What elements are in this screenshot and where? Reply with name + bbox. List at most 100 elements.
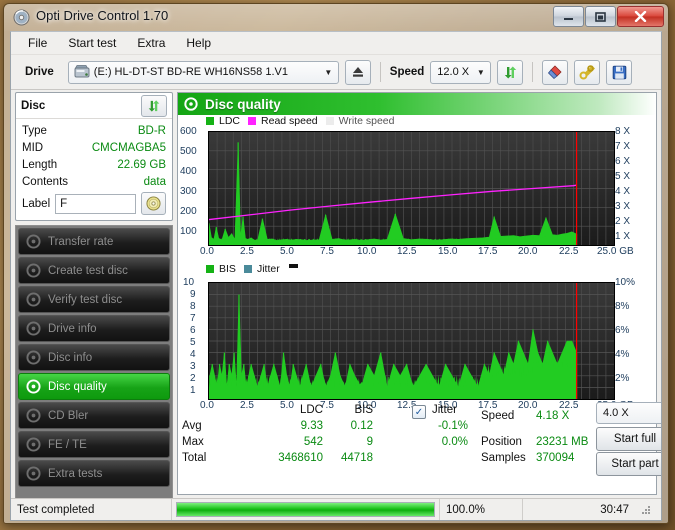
- eraser-icon: [548, 65, 562, 80]
- cd-disc-icon: [146, 196, 161, 211]
- chart1-plot-area[interactable]: [208, 131, 615, 246]
- drive-select[interactable]: (E:) HL-DT-ST BD-RE WH16NS58 1.V1 ▼: [67, 60, 339, 84]
- menu-item-start-test[interactable]: Start test: [59, 33, 125, 53]
- window-title: Opti Drive Control 1.70: [36, 8, 169, 23]
- erase-button[interactable]: [542, 59, 569, 85]
- chart1-xtick-7: 17.5: [478, 246, 498, 257]
- window-controls: [553, 6, 664, 27]
- save-button[interactable]: [606, 59, 633, 85]
- chart1-y2tick-3x: 3 X: [615, 201, 631, 212]
- nav-list: Transfer rate Create test disc Verify te…: [15, 225, 173, 520]
- chart2-ytick-5: 5: [190, 337, 196, 348]
- sidebar: Disc Type BD-R MID CMCMAGBA5 Length 22.6…: [15, 92, 173, 520]
- minimize-button[interactable]: [553, 6, 584, 27]
- chart1-xtick-1: 2.5: [240, 246, 254, 257]
- results-row-total-name: Total: [182, 452, 207, 464]
- disc-row-key: Length: [22, 158, 58, 171]
- chart2-ytick-6: 6: [190, 325, 196, 336]
- status-elapsed: 30:47: [600, 503, 629, 516]
- sidebar-item-transfer-rate[interactable]: Transfer rate: [18, 228, 170, 255]
- legend-swatch-ldc: [206, 117, 214, 125]
- disc-refresh-button[interactable]: [141, 94, 167, 117]
- progress-fill: [177, 503, 434, 516]
- sidebar-item-verify-test-disc[interactable]: Verify test disc: [18, 286, 170, 313]
- disc-row-contents: Contents data: [22, 173, 166, 190]
- menu-item-file[interactable]: File: [19, 33, 56, 53]
- maximize-button[interactable]: [585, 6, 616, 27]
- chart2-y2tick-10pct: 10%: [615, 277, 636, 288]
- results-row-max-ldc: 542: [303, 436, 323, 448]
- sidebar-item-create-test-disc[interactable]: Create test disc: [18, 257, 170, 284]
- chart2-ytick-2: 2: [190, 373, 196, 384]
- disc-row-key: Type: [22, 124, 47, 137]
- chart1-y2tick-5x: 5 X: [615, 171, 631, 182]
- menu-item-extra[interactable]: Extra: [128, 33, 174, 53]
- content-title: Disc quality: [205, 96, 281, 112]
- speed-select[interactable]: 12.0 X ▼: [430, 60, 492, 84]
- start-part-button[interactable]: Start part: [596, 452, 661, 476]
- sidebar-item-disc-quality[interactable]: Disc quality: [18, 373, 170, 400]
- disc-label-input[interactable]: F: [55, 193, 136, 214]
- chart2-y2tick-4pct: 4%: [615, 349, 630, 360]
- disc-row-type: Type BD-R: [22, 122, 166, 139]
- sidebar-item-disc-info[interactable]: Disc info: [18, 344, 170, 371]
- position-value: 23231 MB: [536, 436, 589, 448]
- chevron-down-icon: ▼: [476, 67, 485, 77]
- status-bar: Test completed 100.0% 30:47: [11, 498, 661, 520]
- chart2-legend: BIS Jitter: [206, 263, 298, 275]
- disc-quality-icon: [184, 97, 198, 111]
- disc-label-row: Label F: [22, 192, 166, 215]
- eject-icon: [352, 67, 363, 77]
- chart-ldc-readspeed: LDC Read speed Write speed 600 500 400 3…: [178, 115, 660, 257]
- chart1-xtick-4: 10.0: [357, 246, 377, 257]
- jitter-checkbox[interactable]: ✓: [412, 405, 426, 419]
- chart2-ytick-4: 4: [190, 349, 196, 360]
- test-speed-select[interactable]: 4.0 X ▼: [596, 402, 661, 424]
- chart1-xtick-2: 5.0: [280, 246, 294, 257]
- results-row-avg-jitter: -0.1%: [437, 420, 468, 432]
- menu-item-help[interactable]: Help: [177, 33, 220, 53]
- chart2-ytick-9: 9: [190, 289, 196, 300]
- chevron-down-icon: ▼: [324, 67, 333, 77]
- eject-button[interactable]: [344, 59, 371, 85]
- disc-icon: [26, 466, 41, 481]
- menu-bar: File Start test Extra Help: [11, 32, 661, 55]
- chart-bis-jitter: BIS Jitter 10 9 8 7 6 5 4 3 2 1 10% 8% 6…: [178, 263, 660, 411]
- position-label: Position: [481, 436, 522, 448]
- resize-grip-icon: [642, 505, 650, 514]
- disc-row-key: Contents: [22, 175, 69, 188]
- close-button[interactable]: [617, 6, 664, 27]
- start-full-button[interactable]: Start full: [596, 427, 661, 451]
- app-disc-icon: [13, 9, 30, 26]
- chart2-ytick-10: 10: [183, 277, 195, 288]
- sidebar-item-label: Create test disc: [48, 264, 128, 277]
- chart1-y2tick-2x: 2 X: [615, 216, 631, 227]
- disc-icon: [26, 379, 41, 394]
- test-speed-value: 4.0 X: [603, 407, 629, 419]
- disc-label-button[interactable]: [141, 192, 166, 215]
- sidebar-item-label: Disc quality: [48, 380, 107, 393]
- sidebar-item-fe-te[interactable]: FE / TE: [18, 431, 170, 458]
- sidebar-item-label: CD Bler: [48, 409, 89, 422]
- speed-result-label: Speed: [481, 410, 515, 422]
- sidebar-item-cd-bler[interactable]: CD Bler: [18, 402, 170, 429]
- tools-button[interactable]: [574, 59, 601, 85]
- chart2-ytick-3: 3: [190, 361, 196, 372]
- legend-swatch-bis: [206, 265, 214, 273]
- sidebar-item-extra-tests[interactable]: Extra tests: [18, 460, 170, 487]
- disc-icon: [26, 321, 41, 336]
- results-row-max-bis: 9: [366, 436, 373, 448]
- resize-grip[interactable]: [635, 499, 661, 520]
- chart2-plot-area[interactable]: [208, 282, 615, 400]
- chart2-y2tick-8pct: 8%: [615, 301, 630, 312]
- refresh-button[interactable]: [497, 59, 524, 85]
- results-col-bis: BIS: [354, 404, 373, 416]
- drive-icon: [74, 65, 90, 78]
- sidebar-item-drive-info[interactable]: Drive info: [18, 315, 170, 342]
- speed-select-value: 12.0 X: [437, 66, 470, 78]
- toolbar-separator: [379, 62, 381, 82]
- application-window: Opti Drive Control 1.70 File Start test …: [3, 3, 669, 524]
- refresh-icon: [148, 99, 160, 112]
- chart1-xtick-3: 7.5: [320, 246, 334, 257]
- results-row-max-name: Max: [182, 436, 204, 448]
